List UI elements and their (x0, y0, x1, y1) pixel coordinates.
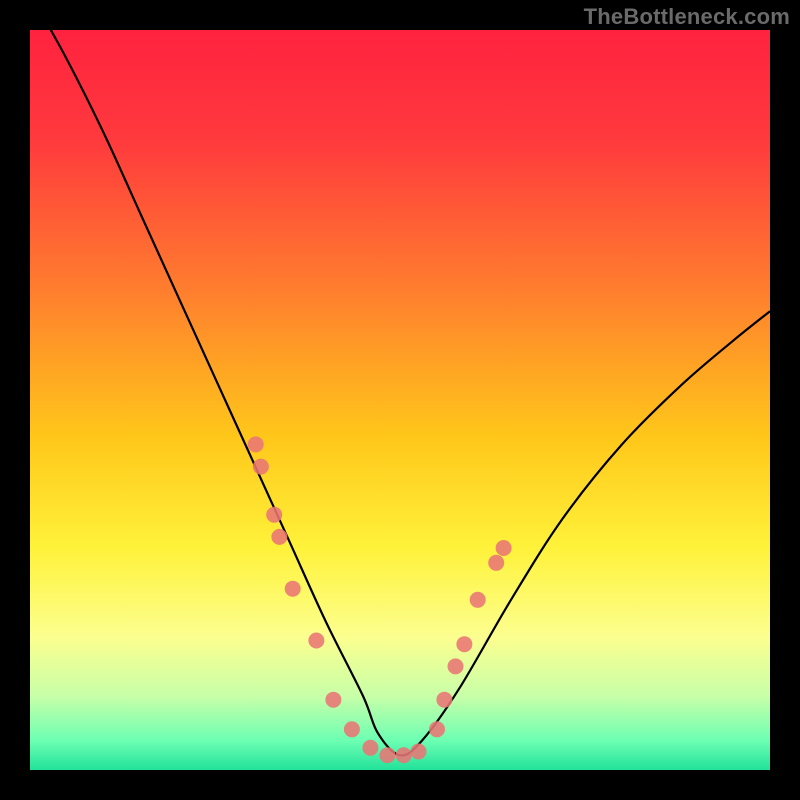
marker-layer (248, 436, 512, 763)
data-marker (448, 658, 464, 674)
data-marker (308, 633, 324, 649)
plot-area (30, 30, 770, 770)
data-marker (325, 692, 341, 708)
data-marker (456, 636, 472, 652)
data-marker (396, 747, 412, 763)
data-marker (271, 529, 287, 545)
data-marker (496, 540, 512, 556)
chart-frame: TheBottleneck.com (0, 0, 800, 800)
data-marker (429, 721, 445, 737)
data-marker (470, 592, 486, 608)
data-marker (285, 581, 301, 597)
data-marker (266, 507, 282, 523)
data-marker (248, 436, 264, 452)
chart-svg (30, 30, 770, 770)
data-marker (436, 692, 452, 708)
data-marker (362, 740, 378, 756)
data-marker (488, 555, 504, 571)
data-marker (411, 744, 427, 760)
watermark-text: TheBottleneck.com (584, 4, 790, 30)
data-marker (253, 459, 269, 475)
data-marker (344, 721, 360, 737)
data-marker (379, 747, 395, 763)
bottleneck-curve-line (30, 30, 770, 755)
